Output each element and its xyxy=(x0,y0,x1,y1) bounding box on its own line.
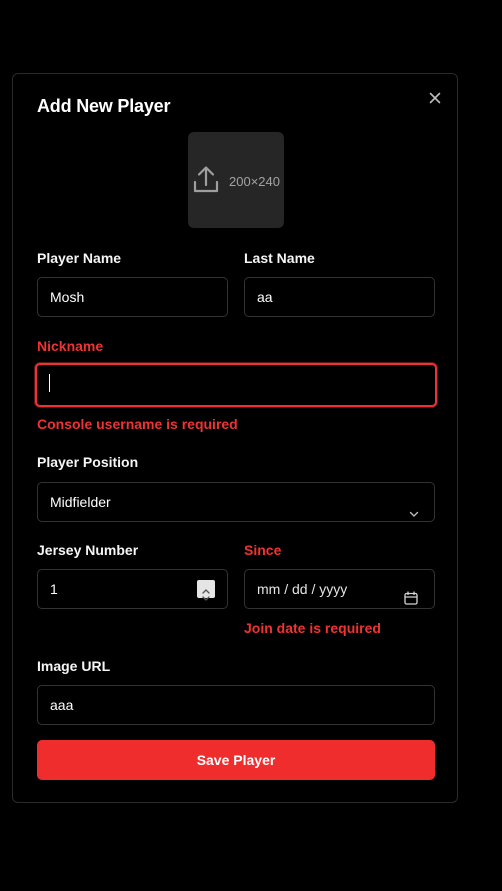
since-label: Since xyxy=(244,542,282,558)
player-name-label: Player Name xyxy=(37,250,122,266)
calendar-icon[interactable] xyxy=(404,581,418,605)
image-upload-button[interactable]: 200×240 xyxy=(188,132,284,228)
image-url-input[interactable]: aaa xyxy=(37,685,435,725)
upload-size-text: 200×240 xyxy=(229,174,280,189)
player-name-input[interactable]: Mosh xyxy=(37,277,228,317)
text-cursor xyxy=(49,374,50,392)
jersey-number-input[interactable]: 1 xyxy=(37,569,228,609)
upload-icon xyxy=(192,165,220,195)
since-date-input[interactable]: mm / dd / yyyy xyxy=(244,569,435,609)
since-date-placeholder: mm / dd / yyyy xyxy=(257,581,348,597)
player-position-select[interactable]: Midfielder xyxy=(37,482,435,522)
chevron-down-icon xyxy=(408,496,420,517)
save-player-button[interactable]: Save Player xyxy=(37,740,435,780)
jersey-number-value: 1 xyxy=(50,581,58,597)
dialog-title: Add New Player xyxy=(37,96,171,116)
last-name-input[interactable]: aa xyxy=(244,277,435,317)
since-error: Join date is required xyxy=(244,620,381,636)
nickname-input[interactable] xyxy=(35,363,437,407)
close-icon[interactable] xyxy=(426,89,444,107)
last-name-label: Last Name xyxy=(244,250,315,266)
nickname-label: Nickname xyxy=(37,338,104,354)
number-spinner[interactable] xyxy=(197,580,215,601)
jersey-number-label: Jersey Number xyxy=(37,542,139,558)
nickname-error: Console username is required xyxy=(37,416,238,432)
image-url-label: Image URL xyxy=(37,658,111,674)
player-position-value: Midfielder xyxy=(50,494,111,510)
player-position-label: Player Position xyxy=(37,454,139,470)
add-player-dialog: Add New Player 200×240 Player Name Mosh … xyxy=(12,73,458,803)
